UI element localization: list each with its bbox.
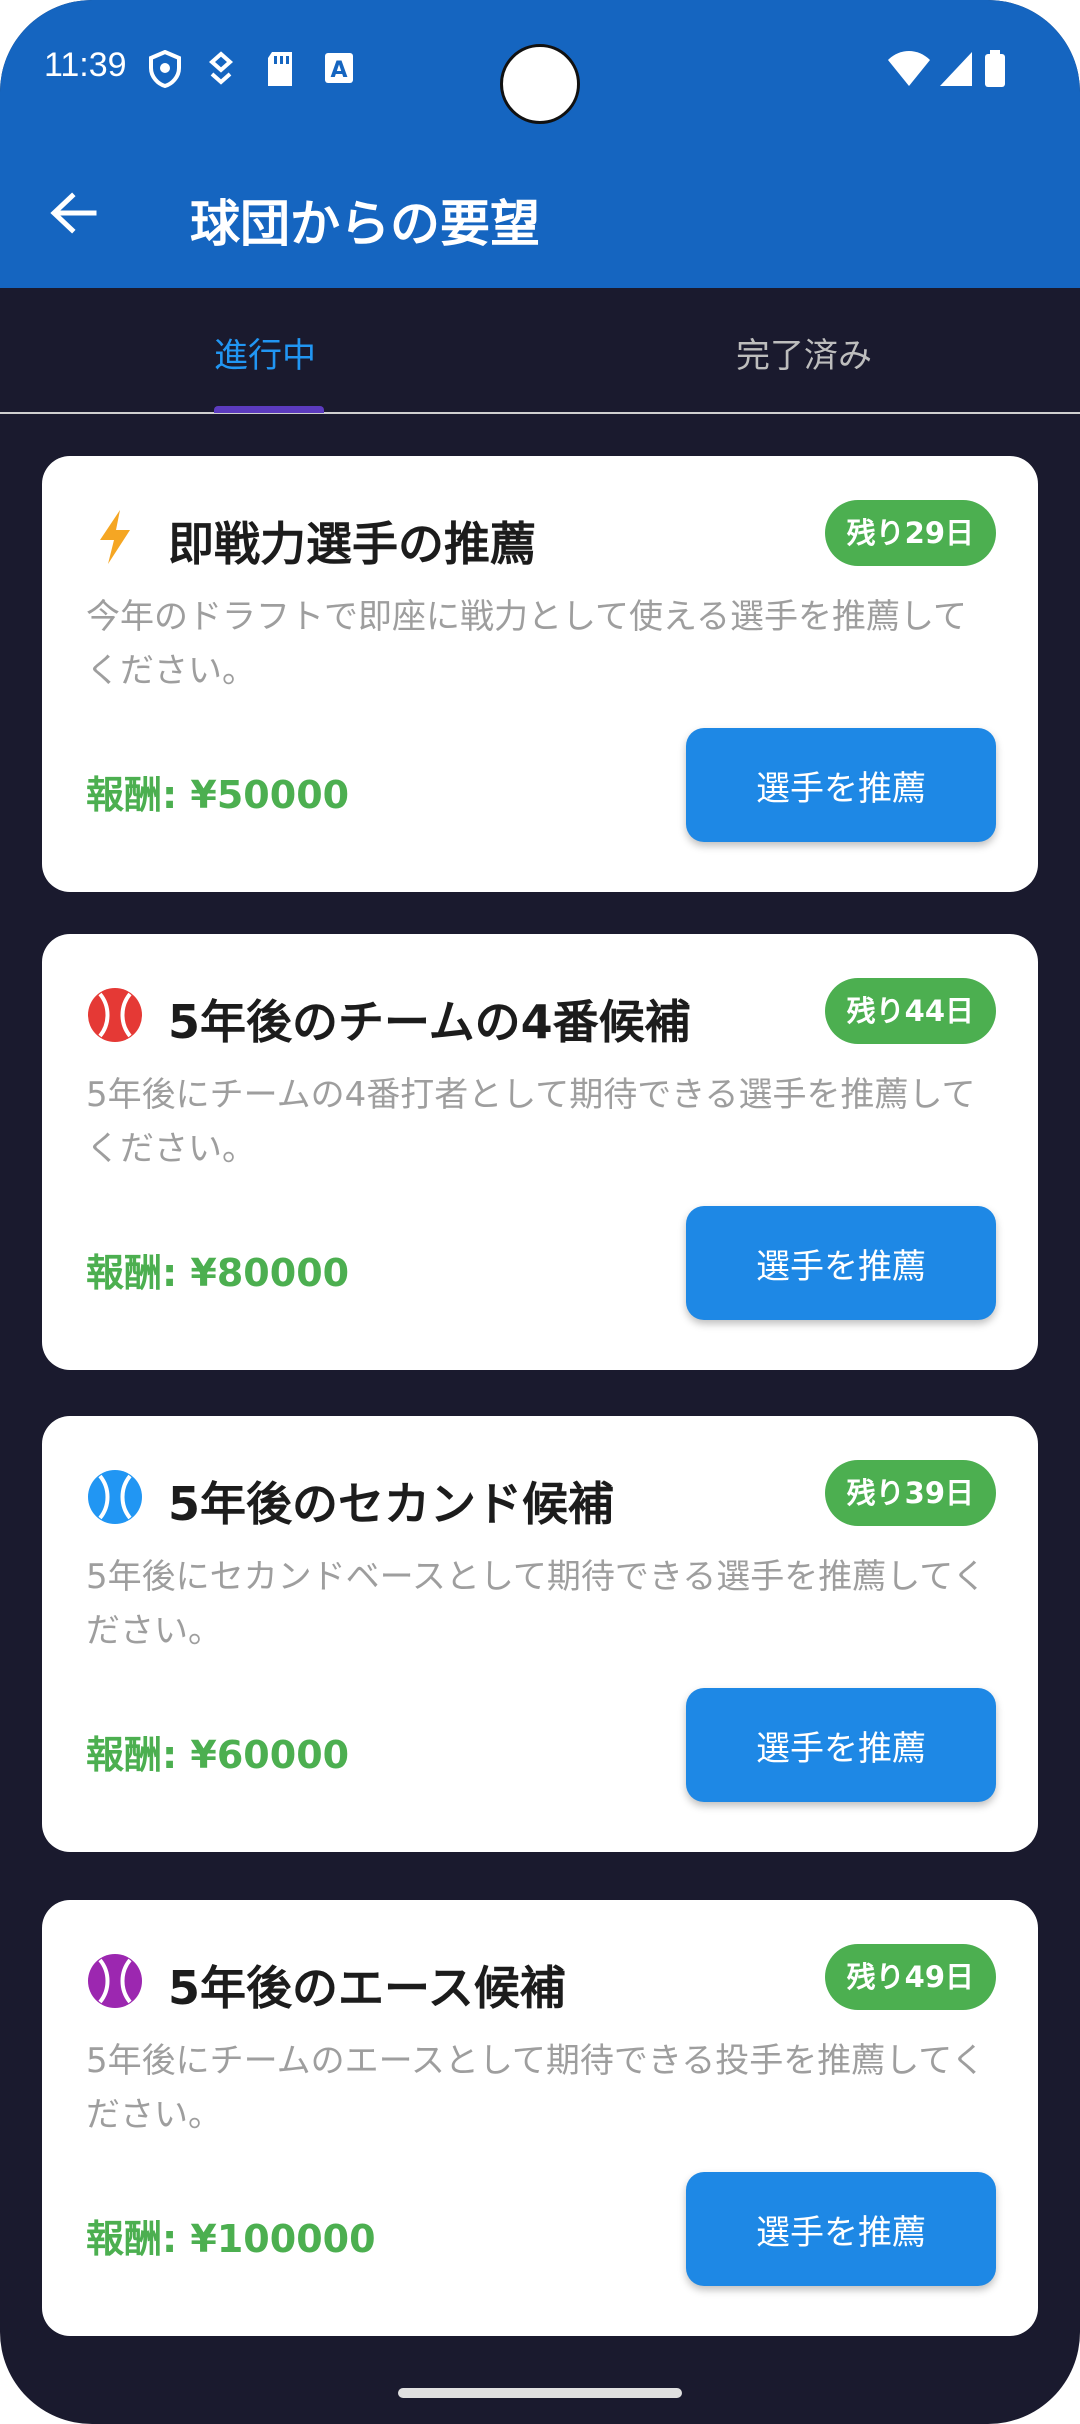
baseball-icon (88, 1470, 142, 1524)
request-card: 5年後のセカンド候補 残り39日 5年後にセカンドベースとして期待できる選手を推… (42, 1416, 1038, 1852)
recommend-player-button[interactable]: 選手を推薦 (686, 1206, 996, 1320)
status-time: 11:39 (44, 46, 127, 84)
days-remaining-badge: 残り49日 (824, 1944, 996, 2010)
wifi-icon (888, 51, 930, 86)
tab-indicator (214, 406, 324, 413)
baseball-icon (88, 1954, 142, 2008)
status-bar: 11:39 A (0, 0, 1080, 140)
page-title: 球団からの要望 (190, 195, 540, 253)
front-camera (500, 44, 580, 124)
request-card: 5年後のチームの4番候補 残り44日 5年後にチームの4番打者として期待できる選… (42, 934, 1038, 1370)
home-indicator[interactable] (398, 2388, 682, 2398)
tab-bar: 進行中 完了済み (0, 288, 1080, 414)
request-card: 5年後のエース候補 残り49日 5年後にチームのエースとして期待できる投手を推薦… (42, 1900, 1038, 2336)
baseball-icon (88, 988, 142, 1042)
tab-completed[interactable]: 完了済み (736, 328, 872, 377)
reward-amount: 報酬: ¥100000 (86, 2217, 376, 2261)
request-title: 5年後のセカンド候補 (168, 1477, 615, 1531)
device-screen: 11:39 A 球団からの要望 進行中 完了済み 即戦力選手の推薦 残り29日 … (0, 0, 1080, 2424)
request-description: 5年後にチームの4番打者として期待できる選手を推薦してください。 (86, 1075, 976, 1169)
signal-icon (940, 52, 972, 86)
vpn-shield-icon (149, 50, 181, 88)
recommend-player-button[interactable]: 選手を推薦 (686, 2172, 996, 2286)
lightning-icon (100, 510, 130, 564)
request-title: 5年後のチームの4番候補 (168, 995, 691, 1049)
battery-icon (985, 50, 1005, 87)
reward-amount: 報酬: ¥80000 (86, 1251, 350, 1295)
request-description: 今年のドラフトで即座に戦力として使える選手を推薦してください。 (86, 597, 967, 691)
app-header: 11:39 A 球団からの要望 (0, 0, 1080, 288)
request-title: 即戦力選手の推薦 (168, 517, 536, 571)
sd-card-icon (268, 52, 292, 86)
tab-in-progress[interactable]: 進行中 (214, 328, 316, 377)
days-remaining-badge: 残り29日 (824, 500, 996, 566)
request-description: 5年後にセカンドベースとして期待できる選手を推薦してください。 (86, 1557, 987, 1651)
svg-text:A: A (330, 58, 347, 83)
reward-amount: 報酬: ¥50000 (86, 773, 350, 817)
reward-amount: 報酬: ¥60000 (86, 1733, 350, 1777)
back-arrow-icon[interactable] (46, 186, 100, 240)
recommend-player-button[interactable]: 選手を推薦 (686, 728, 996, 842)
keyboard-a-icon: A (325, 53, 353, 83)
recommend-player-button[interactable]: 選手を推薦 (686, 1688, 996, 1802)
data-saver-icon (208, 51, 234, 85)
days-remaining-badge: 残り39日 (824, 1460, 996, 1526)
request-title: 5年後のエース候補 (168, 1961, 566, 2015)
request-card: 即戦力選手の推薦 残り29日 今年のドラフトで即座に戦力として使える選手を推薦し… (42, 456, 1038, 892)
days-remaining-badge: 残り44日 (824, 978, 996, 1044)
request-description: 5年後にチームのエースとして期待できる投手を推薦してください。 (86, 2041, 986, 2135)
